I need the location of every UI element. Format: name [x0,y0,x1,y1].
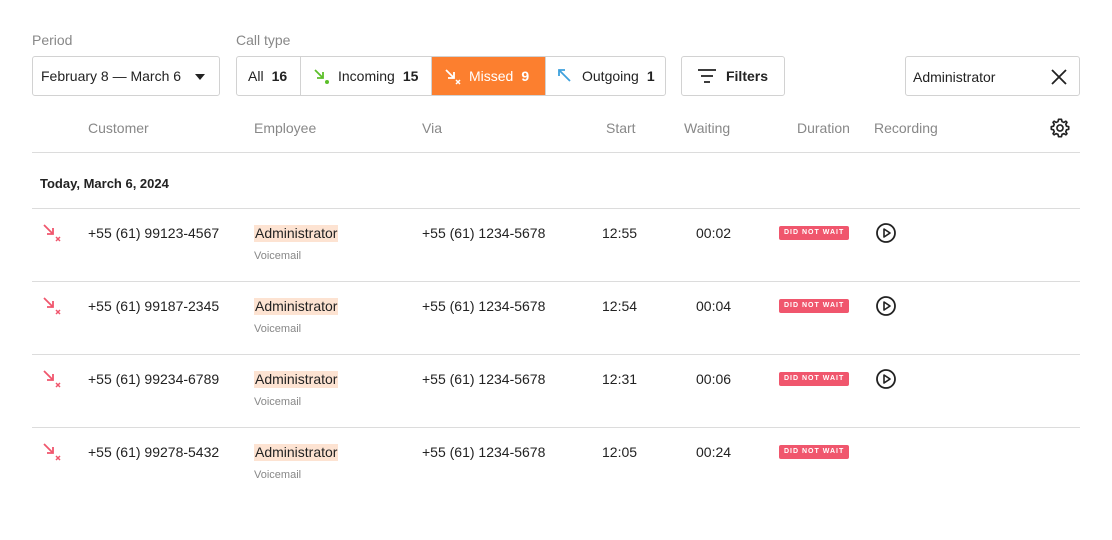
column-recording[interactable]: Recording [874,120,938,136]
gear-icon[interactable] [1049,117,1071,139]
customer-phone[interactable]: +55 (61) 99278-5432 [88,444,219,460]
search-field [905,56,1080,96]
waiting-time: 00:24 [696,444,732,460]
missed-call-icon [43,443,61,461]
play-icon[interactable] [875,222,897,244]
tab-missed[interactable]: Missed 9 [432,57,546,95]
close-icon[interactable] [1050,68,1068,86]
column-start[interactable]: Start [606,120,636,136]
missed-call-icon [43,224,61,242]
column-customer[interactable]: Customer [88,120,149,136]
call-type-segmented: All 16 Incoming 15 Missed 9 Outgoing 1 [236,56,666,96]
column-employee[interactable]: Employee [254,120,316,136]
missed-call-icon [43,297,61,315]
column-duration[interactable]: Duration [797,120,850,136]
via-number: +55 (61) 1234-5678 [422,444,546,460]
start-time: 12:55 [602,225,638,241]
via-number: +55 (61) 1234-5678 [422,298,546,314]
table-row[interactable]: +55 (61) 99234-6789 Administrator Voicem… [32,355,1080,428]
employee-name: Administrator [254,298,339,315]
tab-count: 15 [402,68,419,84]
employee-sub: Voicemail [254,396,302,408]
outgoing-call-icon [558,69,571,82]
filters-label: Filters [725,68,768,84]
tab-label: All [248,68,264,84]
tab-all[interactable]: All 16 [237,57,301,95]
tab-label: Outgoing [582,68,639,84]
tab-count: 16 [271,68,288,84]
header-divider [32,152,1080,153]
customer-phone[interactable]: +55 (61) 99187-2345 [88,298,219,314]
start-time: 12:31 [602,371,638,387]
status-badge: DID NOT WAIT [779,372,850,386]
status-badge: DID NOT WAIT [779,445,850,459]
start-time: 12:05 [602,444,638,460]
table-row[interactable]: +55 (61) 99278-5432 Administrator Voicem… [32,428,1080,501]
tab-count: 9 [521,68,530,84]
customer-phone[interactable]: +55 (61) 99123-4567 [88,225,219,241]
employee-sub: Voicemail [254,323,302,335]
waiting-time: 00:02 [696,225,732,241]
column-via[interactable]: Via [422,120,442,136]
via-number: +55 (61) 1234-5678 [422,225,546,241]
chevron-down-icon [195,74,205,80]
period-value: February 8 — March 6 [41,68,182,84]
call-type-label: Call type [236,32,291,48]
tab-outgoing[interactable]: Outgoing 1 [546,57,665,95]
search-input[interactable] [913,67,1043,87]
waiting-time: 00:04 [696,298,732,314]
start-time: 12:54 [602,298,638,314]
employee-sub: Voicemail [254,469,302,481]
tab-incoming[interactable]: Incoming 15 [301,57,432,95]
period-select[interactable]: February 8 — March 6 [32,56,220,96]
table-row[interactable]: +55 (61) 99187-2345 Administrator Voicem… [32,282,1080,355]
status-badge: DID NOT WAIT [779,299,850,313]
status-badge: DID NOT WAIT [779,226,850,240]
table-row[interactable]: +55 (61) 99123-4567 Administrator Voicem… [32,209,1080,282]
filter-icon [697,69,716,83]
tab-label: Missed [469,68,514,84]
customer-phone[interactable]: +55 (61) 99234-6789 [88,371,219,387]
waiting-time: 00:06 [696,371,732,387]
employee-name: Administrator [254,444,339,461]
filters-button[interactable]: Filters [681,56,785,96]
employee-name: Administrator [254,371,339,388]
incoming-call-icon [314,69,329,84]
tab-count: 1 [646,68,655,84]
column-waiting[interactable]: Waiting [684,120,730,136]
missed-call-icon [43,370,61,388]
group-title: Today, March 6, 2024 [40,176,169,191]
via-number: +55 (61) 1234-5678 [422,371,546,387]
play-icon[interactable] [875,368,897,390]
missed-call-icon [445,69,461,85]
play-icon[interactable] [875,295,897,317]
employee-name: Administrator [254,225,339,242]
tab-label: Incoming [338,68,395,84]
employee-sub: Voicemail [254,250,302,262]
period-label: Period [32,32,73,48]
